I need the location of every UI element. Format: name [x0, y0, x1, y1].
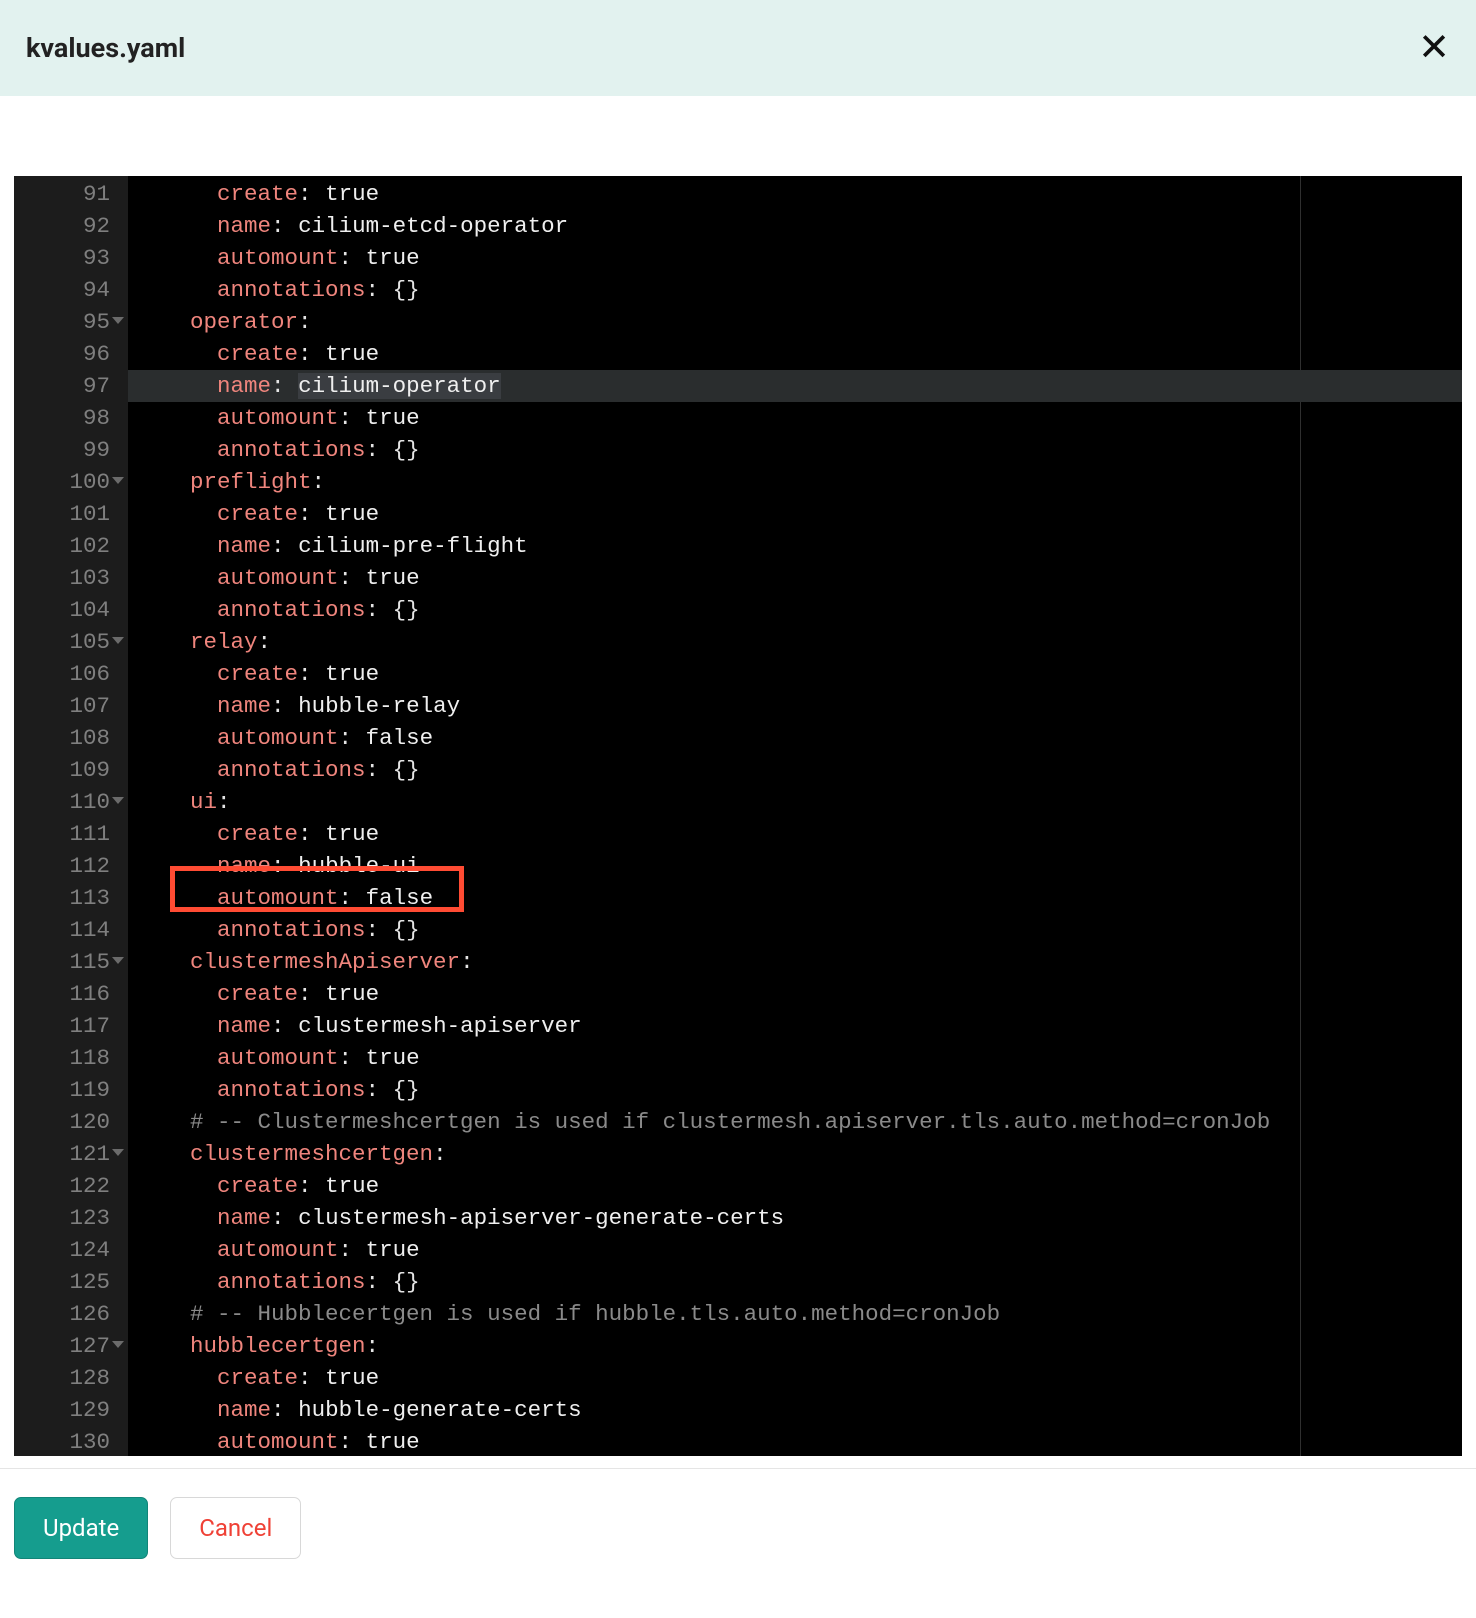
dialog-footer: Update Cancel [0, 1469, 1476, 1559]
line-number: 104 [14, 594, 110, 626]
line-number: 107 [14, 690, 110, 722]
code-line[interactable]: automount: true [128, 562, 1462, 594]
line-number: 105 [14, 626, 110, 658]
code-line[interactable]: automount: true [128, 402, 1462, 434]
line-number: 126 [14, 1298, 110, 1330]
line-number: 123 [14, 1202, 110, 1234]
line-number: 100 [14, 466, 110, 498]
line-number: 113 [14, 882, 110, 914]
code-line[interactable]: automount: true [128, 1042, 1462, 1074]
line-number: 115 [14, 946, 110, 978]
line-number: 121 [14, 1138, 110, 1170]
line-number-gutter: 9192939495969798991001011021031041051061… [14, 176, 128, 1456]
line-number: 103 [14, 562, 110, 594]
code-line[interactable]: annotations: {} [128, 1266, 1462, 1298]
code-line[interactable]: create: true [128, 498, 1462, 530]
line-number: 102 [14, 530, 110, 562]
line-number: 96 [14, 338, 110, 370]
code-line[interactable]: annotations: {} [128, 1074, 1462, 1106]
code-line[interactable]: create: true [128, 178, 1462, 210]
line-number: 109 [14, 754, 110, 786]
line-number: 127 [14, 1330, 110, 1362]
code-line[interactable]: create: true [128, 1170, 1462, 1202]
code-line[interactable]: annotations: {} [128, 274, 1462, 306]
code-line[interactable]: annotations: {} [128, 434, 1462, 466]
dialog-header: kvalues.yaml ✕ [0, 0, 1476, 96]
close-icon[interactable]: ✕ [1418, 29, 1450, 67]
code-line[interactable]: # -- Clustermeshcertgen is used if clust… [128, 1106, 1462, 1138]
code-line[interactable]: name: clustermesh-apiserver-generate-cer… [128, 1202, 1462, 1234]
line-number: 97 [14, 370, 110, 402]
line-number: 128 [14, 1362, 110, 1394]
code-line[interactable]: automount: true [128, 1426, 1462, 1456]
line-number: 119 [14, 1074, 110, 1106]
line-number: 99 [14, 434, 110, 466]
code-line[interactable]: name: hubble-generate-certs [128, 1394, 1462, 1426]
line-number: 108 [14, 722, 110, 754]
line-number: 111 [14, 818, 110, 850]
code-line[interactable]: create: true [128, 818, 1462, 850]
code-line[interactable]: automount: false [128, 882, 1462, 914]
line-number: 98 [14, 402, 110, 434]
line-number: 122 [14, 1170, 110, 1202]
line-number: 95 [14, 306, 110, 338]
line-number: 91 [14, 178, 110, 210]
code-line[interactable]: annotations: {} [128, 754, 1462, 786]
line-number: 101 [14, 498, 110, 530]
code-line[interactable]: clustermeshcertgen: [128, 1138, 1462, 1170]
code-line[interactable]: automount: false [128, 722, 1462, 754]
line-number: 94 [14, 274, 110, 306]
code-line[interactable]: clustermeshApiserver: [128, 946, 1462, 978]
line-number: 120 [14, 1106, 110, 1138]
editor-scrollbar[interactable] [1446, 176, 1460, 1456]
code-line[interactable]: name: hubble-ui [128, 850, 1462, 882]
line-number: 110 [14, 786, 110, 818]
code-line[interactable]: name: cilium-etcd-operator [128, 210, 1462, 242]
code-line[interactable]: create: true [128, 1362, 1462, 1394]
line-number: 92 [14, 210, 110, 242]
code-line[interactable]: name: cilium-pre-flight [128, 530, 1462, 562]
line-number: 129 [14, 1394, 110, 1426]
code-line[interactable]: annotations: {} [128, 914, 1462, 946]
code-line[interactable]: operator: [128, 306, 1462, 338]
update-button[interactable]: Update [14, 1497, 148, 1559]
code-area[interactable]: create: true name: cilium-etcd-operator … [128, 176, 1462, 1456]
code-editor[interactable]: 9192939495969798991001011021031041051061… [14, 176, 1462, 1456]
line-number: 124 [14, 1234, 110, 1266]
file-title: kvalues.yaml [26, 32, 185, 64]
code-line[interactable]: automount: true [128, 1234, 1462, 1266]
line-number: 112 [14, 850, 110, 882]
code-line[interactable]: create: true [128, 338, 1462, 370]
code-line[interactable]: preflight: [128, 466, 1462, 498]
cancel-button[interactable]: Cancel [170, 1497, 301, 1559]
line-number: 130 [14, 1426, 110, 1456]
code-line[interactable]: annotations: {} [128, 594, 1462, 626]
line-number: 118 [14, 1042, 110, 1074]
code-line[interactable]: create: true [128, 658, 1462, 690]
code-line[interactable]: name: clustermesh-apiserver [128, 1010, 1462, 1042]
code-line[interactable]: automount: true [128, 242, 1462, 274]
line-number: 125 [14, 1266, 110, 1298]
code-line[interactable]: create: true [128, 978, 1462, 1010]
line-number: 117 [14, 1010, 110, 1042]
code-line[interactable]: ui: [128, 786, 1462, 818]
line-number: 116 [14, 978, 110, 1010]
code-line[interactable]: name: cilium-operator [128, 370, 1462, 402]
code-line[interactable]: name: hubble-relay [128, 690, 1462, 722]
line-number: 114 [14, 914, 110, 946]
header-gap [0, 96, 1476, 176]
line-number: 93 [14, 242, 110, 274]
code-line[interactable]: relay: [128, 626, 1462, 658]
code-line[interactable]: hubblecertgen: [128, 1330, 1462, 1362]
code-line[interactable]: # -- Hubblecertgen is used if hubble.tls… [128, 1298, 1462, 1330]
line-number: 106 [14, 658, 110, 690]
